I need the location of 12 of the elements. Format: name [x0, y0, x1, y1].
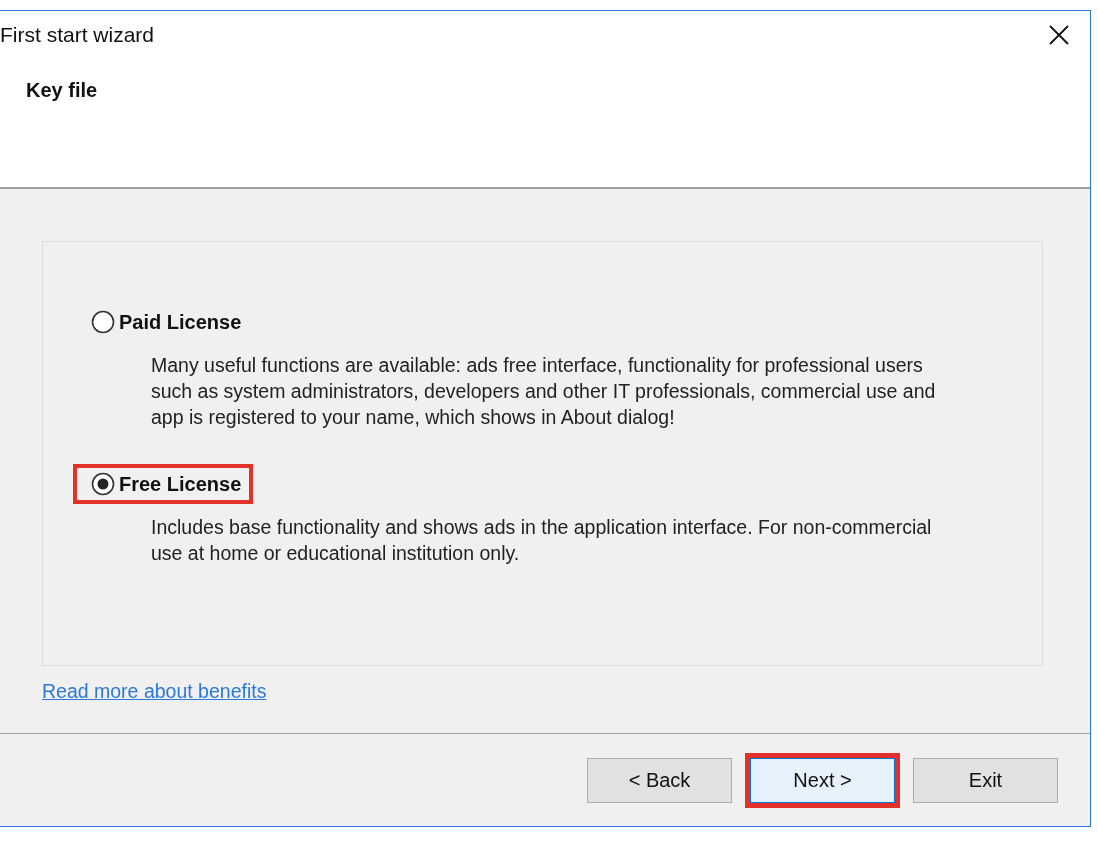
option-description: Includes base functionality and shows ads in the application interface. For non-commercial use at home or educational institution only. [151, 515, 933, 566]
wizard-button[interactable]: Exit [913, 757, 1058, 803]
step-title: Key file [26, 79, 98, 101]
benefits-link[interactable]: Read more about benefits [42, 680, 267, 703]
window-title: First start wizard [0, 23, 154, 47]
radio-icon[interactable] [91, 310, 115, 334]
wizard-button[interactable]: < Back [587, 757, 732, 803]
highlighted-radio-option[interactable]: Free License [73, 464, 254, 504]
close-icon[interactable] [1048, 24, 1070, 46]
option-description: Many useful functions are available: ads free interface, functionality for professional users such as system administrators, developers and other IT professionals, commercial use and app is registered to your name, which shows in About dialog! [151, 353, 937, 430]
radio-option[interactable]: Paid License [73, 302, 254, 342]
radio-icon[interactable] [91, 472, 115, 496]
